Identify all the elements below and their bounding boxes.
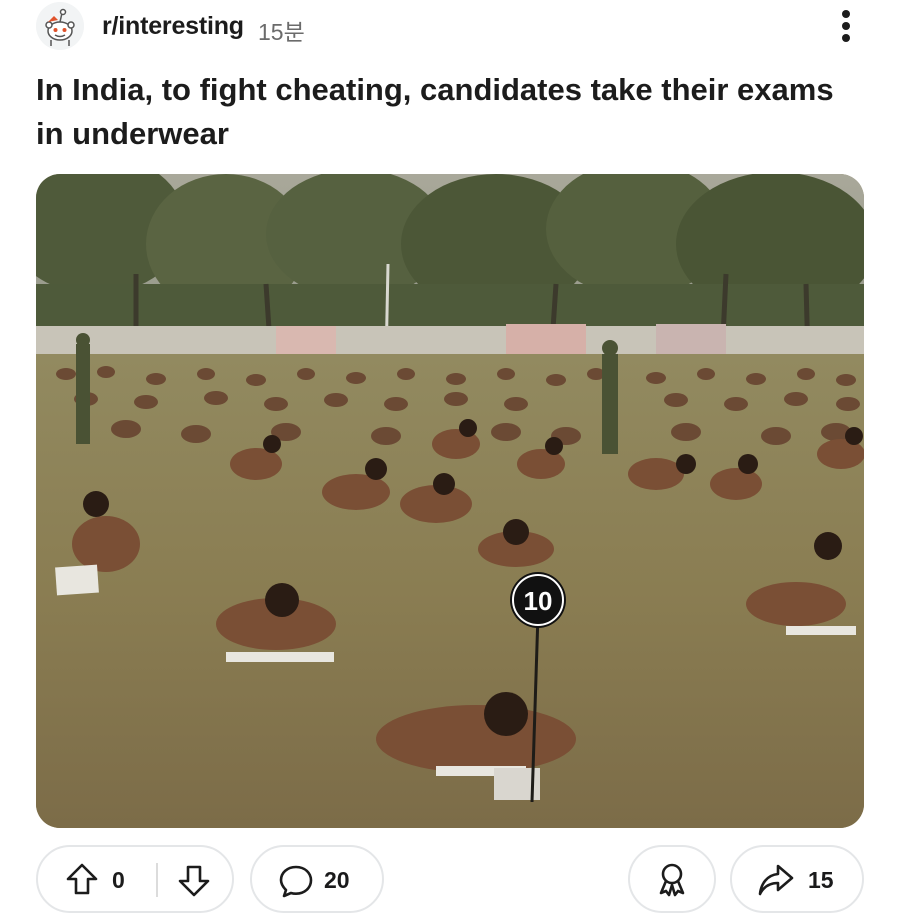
exam-field-photo: 10	[36, 174, 864, 828]
arrow-down-icon[interactable]	[176, 863, 212, 899]
comments-button[interactable]: 20	[250, 845, 384, 913]
share-count: 15	[808, 867, 834, 893]
comment-count: 20	[324, 867, 350, 893]
more-options-button[interactable]	[832, 6, 860, 46]
trees	[36, 174, 864, 344]
subreddit-name[interactable]: r/interesting	[102, 12, 244, 41]
arrow-up-icon[interactable]	[64, 861, 100, 897]
action-bar: 0 20 15	[36, 845, 864, 917]
share-arrow-icon	[758, 864, 794, 896]
vote-divider	[156, 863, 158, 897]
vote-control: 0	[36, 845, 234, 913]
speech-bubble-icon	[279, 865, 313, 898]
reddit-snoo-icon	[36, 2, 84, 50]
post-title[interactable]: In India, to fight cheating, candidates …	[36, 68, 856, 156]
post-header: r/interesting 15분	[36, 0, 864, 54]
award-ribbon-icon	[659, 863, 685, 897]
more-vertical-icon-dot	[842, 22, 850, 30]
share-button[interactable]: 15	[730, 845, 864, 913]
sign-number: 10	[524, 586, 553, 616]
award-button[interactable]	[628, 845, 716, 913]
subreddit-avatar[interactable]	[36, 2, 84, 50]
post-image[interactable]: 10	[36, 174, 864, 828]
vote-score: 0	[112, 867, 125, 893]
more-vertical-icon-dot	[842, 34, 850, 42]
post-time: 15분	[258, 19, 305, 45]
more-vertical-icon	[842, 10, 850, 18]
